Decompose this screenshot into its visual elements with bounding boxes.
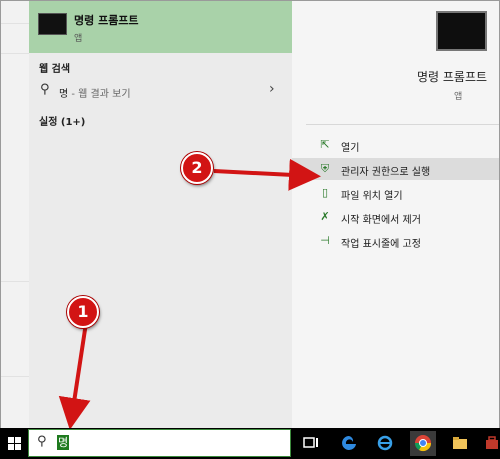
taskbar: ⚲ 명 [0, 428, 500, 459]
windows-icon [8, 437, 21, 450]
step-1-badge: 1 [67, 296, 99, 328]
arrow-to-admin [213, 158, 321, 191]
file-explorer-icon[interactable] [447, 431, 473, 456]
arrow-to-search [58, 322, 91, 430]
screenshot-frame: 명령 프롬프트 앱 웹 검색 ⚲ 명 - 웹 결과 보기 › 실정 (1+) 명… [0, 0, 500, 459]
search-value: 명 [57, 435, 70, 450]
search-icon: ⚲ [37, 434, 47, 449]
taskbar-search-input[interactable]: ⚲ 명 [28, 429, 291, 457]
chrome-icon[interactable] [410, 431, 436, 456]
ie-icon[interactable] [372, 431, 398, 456]
edge-icon[interactable] [336, 431, 362, 456]
task-view-icon[interactable] [298, 431, 324, 456]
step-2-badge: 2 [181, 152, 213, 184]
annotation-arrows [58, 158, 321, 430]
toolbox-icon[interactable] [482, 431, 500, 456]
start-button[interactable] [0, 428, 28, 459]
